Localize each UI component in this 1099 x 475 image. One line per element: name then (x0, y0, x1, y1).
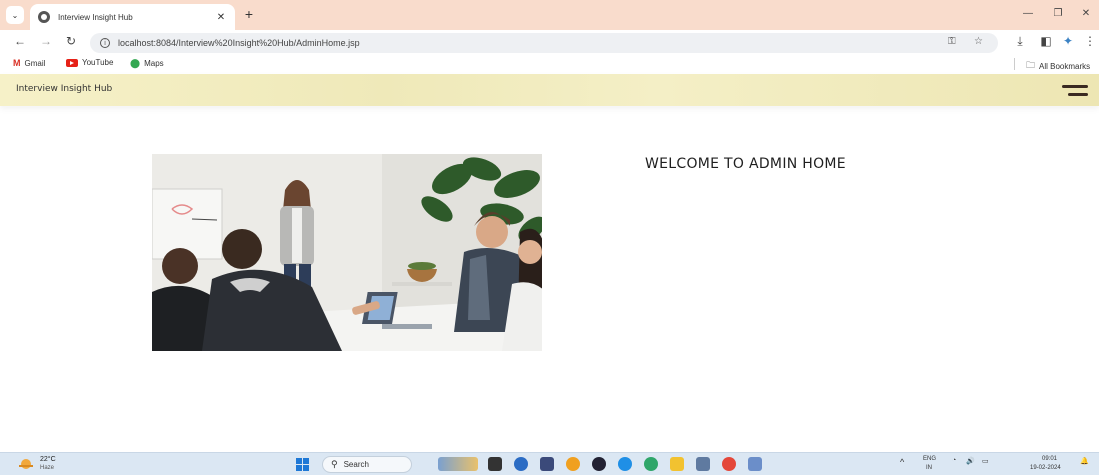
tab-search-button[interactable]: ⌄ (6, 6, 24, 24)
site-info-icon[interactable]: i (100, 38, 110, 48)
brand-title[interactable]: Interview Insight Hub (16, 84, 112, 94)
bookmarks-bar: M Gmail YouTube ⬤ Maps 🗀 All Bookmarks (0, 55, 1099, 73)
teams-chat-icon[interactable] (514, 457, 528, 471)
search-placeholder: Search (343, 460, 369, 469)
file-explorer-icon[interactable] (670, 457, 684, 471)
restore-button[interactable]: ❐ (1050, 8, 1066, 19)
bookmark-gmail[interactable]: M Gmail (13, 58, 45, 68)
browser-icon[interactable] (722, 457, 736, 471)
bookmark-label: Gmail (24, 58, 46, 68)
back-button[interactable]: ← (12, 34, 28, 48)
photos-icon[interactable] (748, 457, 762, 471)
wifi-icon[interactable]: ◔ (952, 457, 956, 464)
gmail-icon: M (13, 58, 21, 68)
task-view-icon[interactable] (488, 457, 502, 471)
weather-haze-icon[interactable] (18, 458, 34, 470)
windows-start-icon[interactable] (296, 458, 309, 471)
weather-temperature[interactable]: 22°C (40, 456, 56, 463)
windows-taskbar: 22°C Haze ⚲ Search ^ ENG IN ◔ 🔊 ▭ 09:01 … (0, 452, 1099, 475)
password-key-icon[interactable]: ⚿ (948, 36, 956, 47)
active-tab[interactable]: Interview Insight Hub ✕ (30, 4, 235, 30)
downloads-icon[interactable]: ⤓ (1012, 34, 1028, 49)
folder-icon: 🗀 (1026, 60, 1036, 70)
url-text: localhost:8084/Interview%20Insight%20Hub… (118, 38, 360, 48)
widgets-app-icon[interactable] (438, 457, 478, 471)
maps-icon: ⬤ (130, 58, 141, 68)
menu-bar-top (1062, 85, 1088, 88)
forward-button[interactable]: → (38, 34, 54, 48)
close-window-button[interactable]: ✕ (1078, 8, 1094, 19)
tab-title: Interview Insight Hub (58, 12, 133, 22)
taskbar-search-input[interactable]: ⚲ Search (322, 456, 412, 473)
tab-close-icon[interactable]: ✕ (215, 12, 227, 23)
more-menu-icon[interactable]: ⋮ (1082, 34, 1098, 48)
tray-overflow-icon[interactable]: ^ (900, 457, 904, 467)
clock-time[interactable]: 09:01 (1042, 456, 1057, 462)
weather-description: Haze (40, 465, 55, 471)
clock-date: 19-02-2024 (1030, 465, 1061, 471)
chrome-icon[interactable] (618, 457, 632, 471)
page-title: WELCOME TO ADMIN HOME (645, 156, 846, 172)
lang-top[interactable]: ENG (923, 456, 936, 462)
obs-icon[interactable] (592, 457, 606, 471)
side-panel-icon[interactable]: ◧ (1038, 34, 1054, 48)
browser-toolbar: ← → ↻ i localhost:8084/Interview%20Insig… (0, 30, 1099, 55)
bookmark-youtube[interactable]: YouTube (66, 58, 113, 67)
bookmark-label: Maps (144, 59, 164, 68)
profile-icon[interactable]: ✦ (1060, 34, 1076, 48)
tab-strip: ⌄ Interview Insight Hub ✕ + — ❐ ✕ (0, 0, 1099, 30)
search-icon: ⚲ (331, 459, 338, 469)
lang-bottom: IN (926, 465, 932, 471)
address-bar[interactable]: i localhost:8084/Interview%20Insight%20H… (90, 33, 998, 53)
battery-icon[interactable]: ▭ (982, 457, 989, 465)
menu-bar-bottom (1068, 93, 1088, 96)
meeting-illustration (152, 154, 542, 351)
notification-bell-icon[interactable]: 🔔 (1080, 457, 1089, 465)
reload-button[interactable]: ↻ (63, 34, 79, 48)
new-tab-button[interactable]: + (240, 6, 258, 22)
bookmark-star-icon[interactable]: ☆ (974, 36, 983, 47)
vscode-icon[interactable] (540, 457, 554, 471)
meeting-photo (152, 154, 542, 351)
search-app-icon[interactable] (566, 457, 580, 471)
bookmarks-divider (1014, 58, 1015, 70)
site-favicon-icon (38, 11, 50, 23)
minimize-button[interactable]: — (1020, 8, 1036, 19)
store-icon[interactable] (696, 457, 710, 471)
all-bookmarks-label: All Bookmarks (1039, 61, 1091, 71)
youtube-icon (66, 58, 78, 67)
edge-icon[interactable] (644, 457, 658, 471)
bookmark-maps[interactable]: ⬤ Maps (130, 58, 164, 69)
all-bookmarks-button[interactable]: 🗀 All Bookmarks (1026, 58, 1090, 74)
volume-icon[interactable]: 🔊 (966, 457, 975, 465)
bookmark-label: YouTube (82, 58, 114, 67)
site-header: Interview Insight Hub (0, 74, 1099, 106)
hamburger-menu-icon[interactable] (1050, 82, 1088, 100)
